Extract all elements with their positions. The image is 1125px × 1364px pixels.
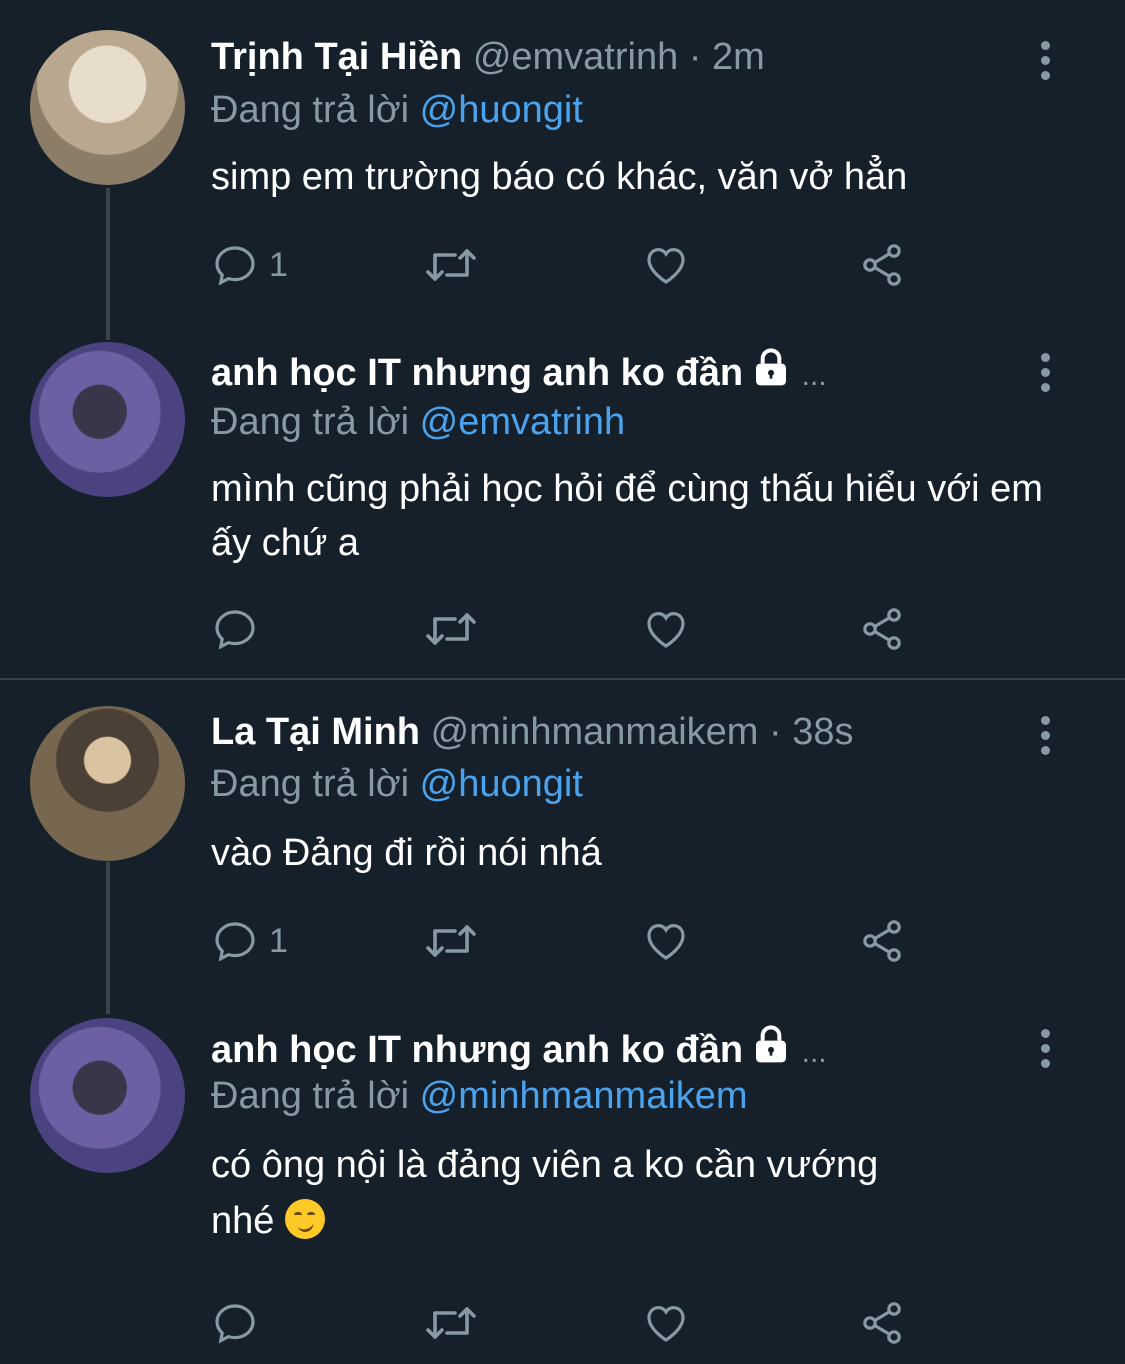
name-truncation: ... (801, 1036, 827, 1069)
retweet-icon (426, 1307, 476, 1339)
lock-icon (756, 348, 787, 386)
share-icon (863, 920, 901, 962)
tweet-header: La Tại Minh @minhmanmaikem · 38s (211, 708, 854, 756)
share-icon (863, 1302, 901, 1344)
tweet-header: anh học IT nhưng anh ko đần ... (211, 347, 827, 400)
replying-to: Đang trả lời @huongit (211, 760, 583, 808)
tweet-header: Trịnh Tại Hiền @emvatrinh · 2m (211, 33, 765, 81)
heart-icon (647, 247, 685, 284)
replying-prefix: Đang trả lời (211, 1075, 410, 1117)
tweet-text: mình cũng phải học hỏi để cùng thấu hiểu… (211, 468, 1043, 564)
reply-icon (215, 610, 255, 650)
name-truncation: ... (801, 359, 827, 392)
tweet-text: simp em trường báo có khác, văn vở hẳn (211, 156, 908, 198)
avatar[interactable] (30, 1018, 185, 1173)
display-name[interactable]: Trịnh Tại Hiền (211, 36, 462, 78)
tweet-text-line-2: nhé (211, 1200, 275, 1242)
reply-count: 1 (269, 921, 288, 960)
share-button[interactable] (857, 240, 907, 290)
like-button[interactable] (641, 240, 691, 290)
share-icon (863, 244, 901, 286)
retweet-icon (426, 249, 476, 281)
reply-icon (215, 1304, 255, 1344)
share-button[interactable] (857, 916, 907, 966)
tweet[interactable]: Trịnh Tại Hiền @emvatrinh · 2m Đang trả … (0, 0, 1125, 330)
tweet[interactable]: anh học IT nhưng anh ko đần ... Đang trả… (0, 1008, 1125, 1364)
retweet-button[interactable] (423, 240, 479, 290)
reply-icon (215, 246, 255, 286)
reply-button[interactable]: 1 (211, 240, 288, 290)
like-button[interactable] (641, 604, 691, 654)
display-name[interactable]: anh học IT nhưng anh ko đần (211, 1029, 743, 1071)
tweet[interactable]: anh học IT nhưng anh ko đần ... Đang trả… (0, 330, 1125, 678)
timestamp[interactable]: · 2m (689, 36, 765, 78)
more-vertical-icon[interactable] (1030, 38, 1060, 80)
heart-icon (647, 923, 685, 960)
heart-icon (647, 1305, 685, 1342)
mention-link[interactable]: @emvatrinh (420, 401, 625, 443)
tweet-text-line: có ông nội là đảng viên a ko cần vướng (211, 1144, 879, 1186)
lock-icon (756, 1025, 787, 1063)
action-bar: 1 (211, 240, 931, 290)
action-bar (211, 1298, 931, 1348)
share-icon (863, 608, 901, 650)
share-button[interactable] (857, 604, 907, 654)
mention-link[interactable]: @minhmanmaikem (420, 1075, 748, 1117)
retweet-icon (426, 613, 476, 645)
handle[interactable]: @emvatrinh (473, 36, 678, 78)
mention-link[interactable]: @huongit (420, 89, 583, 131)
tweet[interactable]: La Tại Minh @minhmanmaikem · 38s Đang tr… (0, 680, 1125, 1008)
display-name[interactable]: anh học IT nhưng anh ko đần (211, 352, 743, 394)
more-vertical-icon[interactable] (1030, 350, 1060, 392)
retweet-button[interactable] (423, 604, 479, 654)
retweet-icon (426, 925, 476, 957)
tweet-header: anh học IT nhưng anh ko đần ... (211, 1024, 827, 1077)
display-name[interactable]: La Tại Minh (211, 711, 420, 753)
replying-to: Đang trả lời @huongit (211, 86, 583, 134)
more-vertical-icon[interactable] (1030, 1026, 1060, 1068)
smirking-face-icon (284, 1199, 325, 1239)
replying-prefix: Đang trả lời (211, 401, 410, 443)
replying-prefix: Đang trả lời (211, 763, 410, 805)
retweet-button[interactable] (423, 916, 479, 966)
reply-count: 1 (269, 245, 288, 284)
tweet-text-line: nhé (211, 1194, 1071, 1248)
mention-link[interactable]: @huongit (420, 763, 583, 805)
more-vertical-icon[interactable] (1030, 713, 1060, 755)
replying-prefix: Đang trả lời (211, 89, 410, 131)
reply-button[interactable] (211, 1298, 259, 1348)
replying-to: Đang trả lời @minhmanmaikem (211, 1072, 748, 1120)
retweet-button[interactable] (423, 1298, 479, 1348)
heart-icon (647, 611, 685, 648)
tweet-text: vào Đảng đi rồi nói nhá (211, 832, 602, 874)
avatar[interactable] (30, 706, 185, 861)
like-button[interactable] (641, 916, 691, 966)
handle[interactable]: @minhmanmaikem (431, 711, 759, 753)
action-bar: 1 (211, 916, 931, 966)
avatar[interactable] (30, 342, 185, 497)
reply-icon (215, 922, 255, 962)
reply-button[interactable]: 1 (211, 916, 288, 966)
tweet-text: có ông nội là đảng viên a ko cần vướng n… (211, 1138, 1071, 1248)
replying-to: Đang trả lời @emvatrinh (211, 398, 625, 446)
action-bar (211, 604, 931, 654)
timestamp[interactable]: · 38s (769, 711, 853, 753)
reply-button[interactable] (211, 604, 259, 654)
like-button[interactable] (641, 1298, 691, 1348)
avatar[interactable] (30, 30, 185, 185)
share-button[interactable] (857, 1298, 907, 1348)
